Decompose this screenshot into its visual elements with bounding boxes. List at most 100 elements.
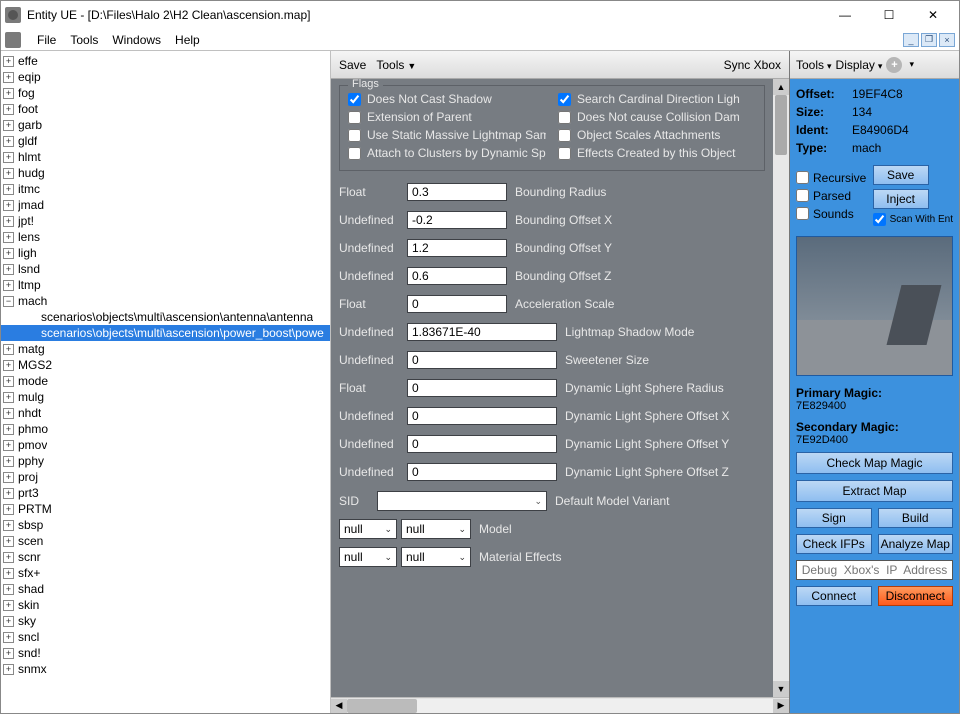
expand-icon[interactable]: + (3, 472, 14, 483)
tree-item-mach[interactable]: −mach (1, 293, 330, 309)
parsed-checkbox[interactable] (796, 189, 809, 202)
scroll-thumb[interactable] (775, 95, 787, 155)
tree-item-scnr[interactable]: +scnr (1, 549, 330, 565)
expand-icon[interactable]: + (3, 248, 14, 259)
tree-item-hudg[interactable]: +hudg (1, 165, 330, 181)
tree-item-prt3[interactable]: +prt3 (1, 485, 330, 501)
expand-icon[interactable]: + (3, 600, 14, 611)
flag-checkbox[interactable] (348, 111, 361, 124)
tree-item-lens[interactable]: +lens (1, 229, 330, 245)
mdi-restore-button[interactable]: ❐ (921, 33, 937, 47)
tree-item-proj[interactable]: +proj (1, 469, 330, 485)
tree-item-sky[interactable]: +sky (1, 613, 330, 629)
flag-checkbox[interactable] (558, 147, 571, 160)
tree-item-snmx[interactable]: +snmx (1, 661, 330, 677)
tree-item-garb[interactable]: +garb (1, 117, 330, 133)
tree-item-lsnd[interactable]: +lsnd (1, 261, 330, 277)
add-icon[interactable]: + (886, 57, 902, 73)
scroll-thumb[interactable] (347, 699, 417, 713)
expand-icon[interactable]: + (3, 632, 14, 643)
mdi-close-button[interactable]: × (939, 33, 955, 47)
recursive-checkbox[interactable] (796, 171, 809, 184)
expand-icon[interactable]: + (3, 504, 14, 515)
expand-icon[interactable]: + (3, 72, 14, 83)
property-input[interactable] (407, 379, 557, 397)
check-map-magic-button[interactable]: Check Map Magic (796, 452, 953, 474)
sign-button[interactable]: Sign (796, 508, 872, 528)
flag-item[interactable]: Extension of Parent (348, 110, 546, 124)
tree-item-jpt![interactable]: +jpt! (1, 213, 330, 229)
connect-button[interactable]: Connect (796, 586, 872, 606)
tree-item-pphy[interactable]: +pphy (1, 453, 330, 469)
sync-xbox-button[interactable]: Sync Xbox (724, 58, 781, 72)
tree-item-nhdt[interactable]: +nhdt (1, 405, 330, 421)
flag-checkbox[interactable] (348, 147, 361, 160)
scroll-down-icon[interactable]: ▼ (773, 681, 789, 697)
expand-icon[interactable]: + (3, 488, 14, 499)
tag-tree[interactable]: +effe+eqip+fog+foot+garb+gldf+hlmt+hudg+… (1, 51, 331, 713)
tree-item-eqip[interactable]: +eqip (1, 69, 330, 85)
expand-icon[interactable]: + (3, 376, 14, 387)
expand-icon[interactable]: + (3, 360, 14, 371)
tree-item-ltmp[interactable]: +ltmp (1, 277, 330, 293)
build-button[interactable]: Build (878, 508, 954, 528)
expand-icon[interactable]: + (3, 456, 14, 467)
expand-icon[interactable]: + (3, 152, 14, 163)
collapse-icon[interactable]: − (3, 296, 14, 307)
inject-button[interactable]: Inject (873, 189, 929, 209)
property-input[interactable] (407, 295, 507, 313)
tree-item-sbsp[interactable]: +sbsp (1, 517, 330, 533)
tree-item-sfx+[interactable]: +sfx+ (1, 565, 330, 581)
expand-icon[interactable]: + (3, 648, 14, 659)
close-button[interactable]: ✕ (911, 3, 955, 27)
property-input[interactable] (407, 435, 557, 453)
expand-icon[interactable]: + (3, 392, 14, 403)
disconnect-button[interactable]: Disconnect (878, 586, 954, 606)
property-input[interactable] (407, 351, 557, 369)
mdi-minimize-button[interactable]: _ (903, 33, 919, 47)
property-input[interactable] (407, 239, 507, 257)
expand-icon[interactable]: + (3, 616, 14, 627)
scroll-right-icon[interactable]: ▶ (773, 699, 789, 713)
horizontal-scrollbar[interactable]: ◀ ▶ (331, 697, 789, 713)
expand-icon[interactable]: + (3, 664, 14, 675)
expand-icon[interactable]: + (3, 536, 14, 547)
right-tools-menu[interactable]: Tools▾ (796, 58, 832, 72)
reference-select[interactable]: null⌄ (401, 547, 471, 567)
expand-icon[interactable]: + (3, 520, 14, 531)
flag-checkbox[interactable] (558, 129, 571, 142)
expand-icon[interactable]: + (3, 136, 14, 147)
menu-windows[interactable]: Windows (112, 33, 161, 47)
flag-checkbox[interactable] (558, 111, 571, 124)
tree-child-item[interactable]: scenarios\objects\multi\ascension\antenn… (1, 309, 330, 325)
expand-icon[interactable]: + (3, 232, 14, 243)
tree-item-mode[interactable]: +mode (1, 373, 330, 389)
reference-select[interactable]: null⌄ (339, 547, 397, 567)
tree-item-prtm[interactable]: +PRTM (1, 501, 330, 517)
flag-checkbox[interactable] (348, 93, 361, 106)
debug-ip-input[interactable] (796, 560, 953, 580)
scroll-left-icon[interactable]: ◀ (331, 699, 347, 713)
tree-item-fog[interactable]: +fog (1, 85, 330, 101)
flag-item[interactable]: Does Not Cast Shadow (348, 92, 546, 106)
reference-select[interactable]: null⌄ (339, 519, 397, 539)
expand-icon[interactable]: + (3, 408, 14, 419)
expand-icon[interactable]: + (3, 104, 14, 115)
tree-item-scen[interactable]: +scen (1, 533, 330, 549)
tree-child-item[interactable]: scenarios\objects\multi\ascension\power_… (1, 325, 330, 341)
property-input[interactable] (407, 183, 507, 201)
property-input[interactable] (407, 407, 557, 425)
check-ifps-button[interactable]: Check IFPs (796, 534, 872, 554)
tree-item-foot[interactable]: +foot (1, 101, 330, 117)
editor-tools-menu[interactable]: Tools▼ (376, 58, 416, 72)
flag-checkbox[interactable] (558, 93, 571, 106)
expand-icon[interactable]: + (3, 200, 14, 211)
flag-item[interactable]: Use Static Massive Lightmap Sample (348, 128, 546, 142)
scroll-up-icon[interactable]: ▲ (773, 79, 789, 95)
reference-select[interactable]: null⌄ (401, 519, 471, 539)
flag-item[interactable]: Attach to Clusters by Dynamic Sphere (348, 146, 546, 160)
editor-save-button[interactable]: Save (339, 58, 366, 72)
minimize-button[interactable]: — (823, 3, 867, 27)
expand-icon[interactable]: + (3, 120, 14, 131)
expand-icon[interactable]: + (3, 424, 14, 435)
